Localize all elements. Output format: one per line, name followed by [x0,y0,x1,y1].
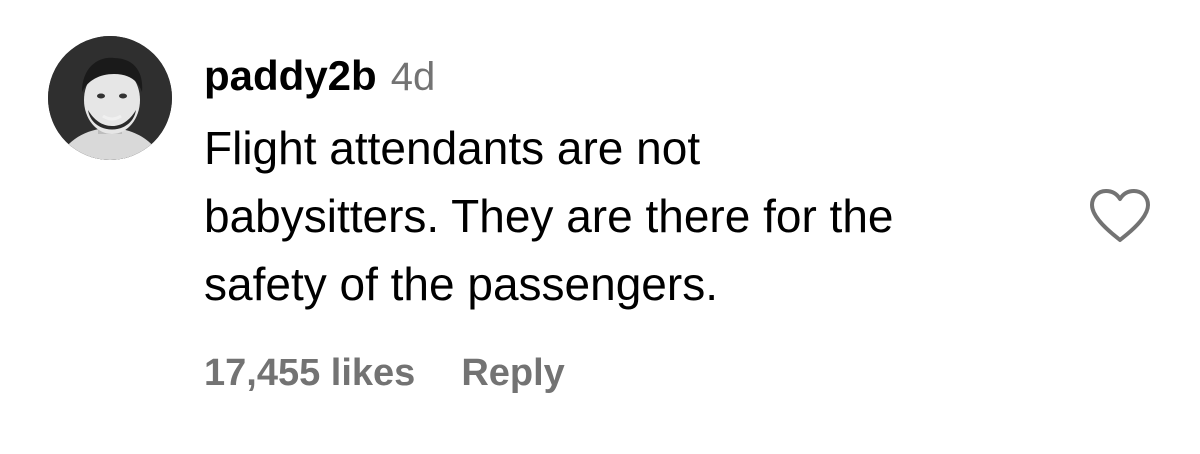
username-link[interactable]: paddy2b [204,52,377,100]
like-button[interactable] [1088,188,1152,244]
comment: paddy2b 4d Flight attendants are not bab… [0,0,1200,454]
comment-timestamp[interactable]: 4d [391,55,436,100]
comment-text-line: babysitters. They are there for the [204,190,894,242]
reply-button[interactable]: Reply [461,352,564,395]
avatar[interactable] [48,36,172,160]
user-avatar-photo [48,36,172,160]
comment-actions: 17,455 likes Reply [204,352,565,395]
comment-text-line: safety of the passengers. [204,258,718,310]
likes-count-link[interactable]: 17,455 likes [204,352,415,395]
comment-header: paddy2b 4d [204,52,1054,104]
heart-outline-icon [1090,189,1150,242]
comment-text: Flight attendants are not babysitters. T… [204,114,1054,318]
comment-text-line: Flight attendants are not [204,122,701,174]
comment-body: paddy2b 4d Flight attendants are not bab… [204,52,1054,318]
